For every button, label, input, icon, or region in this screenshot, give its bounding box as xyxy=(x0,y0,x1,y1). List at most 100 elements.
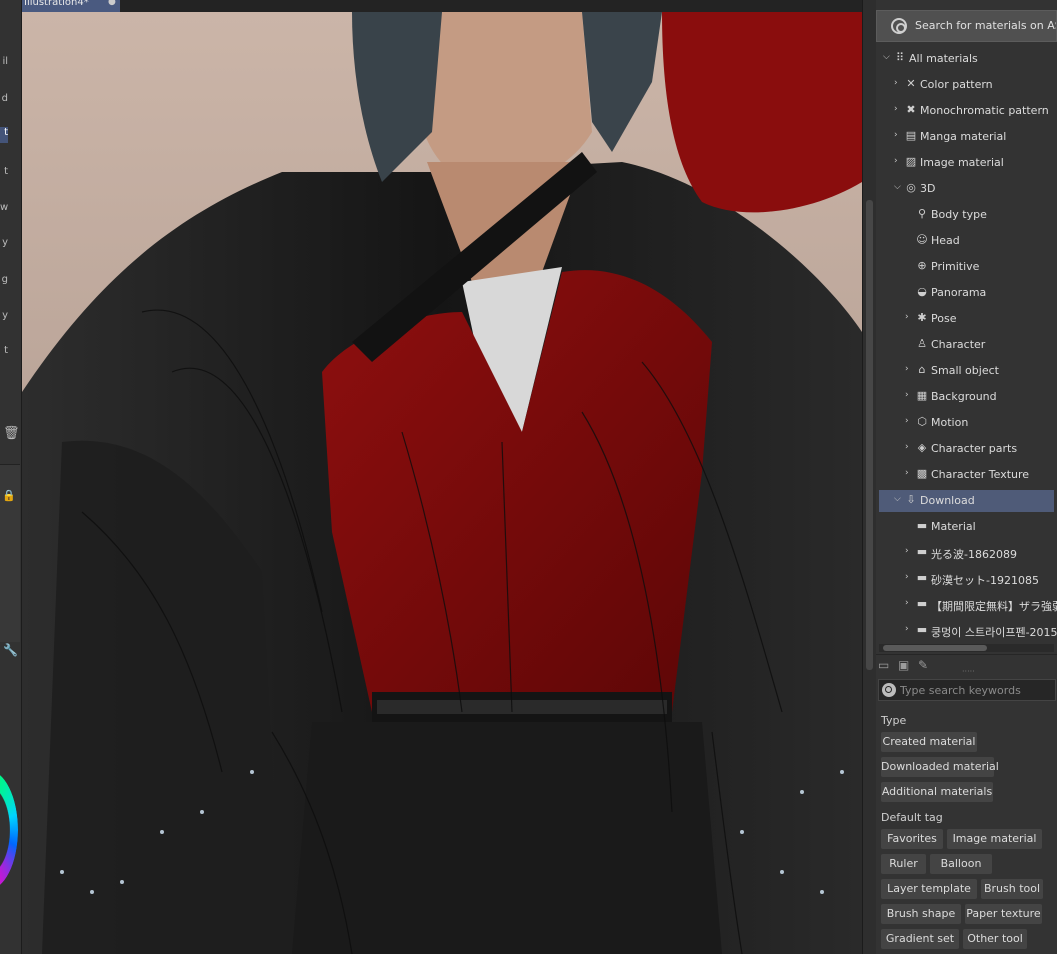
body-type-icon: ⚲ xyxy=(917,207,927,220)
drawing-canvas[interactable] xyxy=(22,12,862,954)
tree-item-label: Small object xyxy=(931,364,999,377)
tag-additional-materials[interactable]: Additional materials xyxy=(881,782,993,802)
tree-item[interactable]: › ▩ Character Texture xyxy=(879,464,1054,486)
tree-item[interactable]: ⚲ Body type xyxy=(879,204,1054,226)
tag-other-tool[interactable]: Other tool xyxy=(963,929,1027,949)
clipped-label[interactable]: y xyxy=(0,237,8,248)
chevron-right-icon[interactable]: › xyxy=(894,156,898,166)
tree-item[interactable]: › ⬡ Motion xyxy=(879,412,1054,434)
lock-icon[interactable]: 🔒 xyxy=(2,489,16,502)
clipped-label[interactable]: il xyxy=(0,56,8,67)
chevron-right-icon[interactable]: › xyxy=(894,130,898,140)
tree-item[interactable]: › ▬ 光る波-1862089 xyxy=(879,542,1054,564)
app-window: il d t t w y g y t 🗑 🔒 🔧 Illustration4* … xyxy=(0,0,1057,954)
chevron-right-icon[interactable]: › xyxy=(905,416,909,426)
tag-downloaded-material[interactable]: Downloaded material xyxy=(881,757,999,777)
tree-item[interactable]: › ▤ Manga material xyxy=(879,126,1054,148)
tag-favorites[interactable]: Favorites xyxy=(881,829,943,849)
duplicate-folder-icon[interactable]: ▣ xyxy=(898,658,914,672)
tag-brush-tool[interactable]: Brush tool xyxy=(981,879,1043,899)
document-tab-bar: Illustration4* ● xyxy=(22,0,862,12)
scrollbar-thumb[interactable] xyxy=(866,200,873,670)
unsaved-dot-icon[interactable]: ● xyxy=(108,0,116,7)
clipped-label[interactable]: g xyxy=(0,274,8,285)
tree-item-label: Motion xyxy=(931,416,969,429)
edit-folder-icon[interactable]: ✎ xyxy=(918,658,934,672)
tag-balloon[interactable]: Balloon xyxy=(930,854,992,874)
tree-horizontal-scrollbar[interactable] xyxy=(879,644,1054,652)
color-wheel[interactable] xyxy=(0,770,18,890)
new-folder-icon[interactable]: ▭ xyxy=(878,658,894,672)
chevron-right-icon[interactable]: › xyxy=(894,104,898,114)
canvas-vertical-scrollbar[interactable] xyxy=(862,0,876,954)
chevron-right-icon[interactable]: › xyxy=(905,468,909,478)
tree-item[interactable]: › ⌂ Small object xyxy=(879,360,1054,382)
tree-item[interactable]: › ✱ Pose xyxy=(879,308,1054,330)
scrollbar-thumb[interactable] xyxy=(883,645,987,651)
tag-gradient-set[interactable]: Gradient set xyxy=(881,929,959,949)
tree-item-label: Monochromatic pattern xyxy=(920,104,1049,117)
keyword-search-box[interactable] xyxy=(878,679,1056,701)
clipped-label[interactable]: w xyxy=(0,202,8,213)
tab-illustration4[interactable]: Illustration4* ● xyxy=(22,0,120,12)
left-tool-strip: il d t t w y g y t 🗑 🔒 🔧 xyxy=(0,0,22,954)
material-panel: Search for materials on ASSETS ⌵ ⠿ All mat… xyxy=(876,0,1057,954)
keyword-search-input[interactable] xyxy=(900,682,1050,698)
chevron-down-icon[interactable]: ⌵ xyxy=(883,52,890,62)
tree-item[interactable]: › ▨ Image material xyxy=(879,152,1054,174)
tab-title: Illustration4* xyxy=(24,0,89,8)
chevron-right-icon[interactable]: › xyxy=(905,572,909,582)
chevron-right-icon[interactable]: › xyxy=(905,546,909,556)
tag-brush-shape[interactable]: Brush shape xyxy=(881,904,961,924)
tree-item[interactable]: ⌵ ⠿ All materials xyxy=(879,48,1054,70)
motion-icon: ⬡ xyxy=(917,415,927,428)
small-object-icon: ⌂ xyxy=(918,363,926,376)
tree-item[interactable]: › ✕ Color pattern xyxy=(879,74,1054,96)
grid-icon: ⠿ xyxy=(895,51,905,64)
tree-item[interactable]: › ✖ Monochromatic pattern xyxy=(879,100,1054,122)
color-pattern-icon: ✕ xyxy=(906,77,916,90)
tree-item[interactable]: ◒ Panorama xyxy=(879,282,1054,304)
clipped-label[interactable]: y xyxy=(0,310,8,321)
clipped-label[interactable]: t xyxy=(0,166,8,177)
tree-item[interactable]: ♙ Character xyxy=(879,334,1054,356)
chevron-right-icon[interactable]: › xyxy=(905,364,909,374)
tree-item-label: Download xyxy=(920,494,975,507)
chevron-right-icon[interactable]: › xyxy=(905,598,909,608)
tree-item[interactable]: ▬ Material xyxy=(879,516,1054,538)
clipped-label[interactable]: d xyxy=(0,93,8,104)
folder-icon: ▬ xyxy=(916,519,928,532)
chevron-down-icon[interactable]: ⌵ xyxy=(894,182,901,192)
tree-item[interactable]: › ▬ 砂漠セット-1921085 xyxy=(879,568,1054,590)
tree-item[interactable]: › ▬쿵멍이 스트라이프펜-2015192 xyxy=(879,620,1057,640)
tag-layer-template[interactable]: Layer template xyxy=(881,879,977,899)
tree-item-label: Image material xyxy=(920,156,1004,169)
tree-item[interactable]: ⊕ Primitive xyxy=(879,256,1054,278)
tree-item[interactable]: ☺ Head xyxy=(879,230,1054,252)
clipped-label[interactable]: t xyxy=(0,127,8,143)
chevron-right-icon[interactable]: › xyxy=(905,312,909,322)
trash-icon[interactable]: 🗑 xyxy=(3,426,20,441)
character-icon: ♙ xyxy=(917,337,927,350)
chevron-right-icon[interactable]: › xyxy=(894,78,898,88)
tree-item-label: 砂漠セット-1921085 xyxy=(931,574,1039,587)
splitter-handle[interactable]: ····· xyxy=(962,667,975,676)
tag-ruler[interactable]: Ruler xyxy=(881,854,926,874)
tree-item[interactable]: ⌵ ⇩ Download xyxy=(879,490,1054,512)
chevron-down-icon[interactable]: ⌵ xyxy=(894,494,901,504)
tree-item-label: Character xyxy=(931,338,986,351)
search-assets-button[interactable]: Search for materials on ASSETS xyxy=(876,10,1057,42)
chevron-right-icon[interactable]: › xyxy=(905,442,909,452)
tag-image-material[interactable]: Image material xyxy=(947,829,1042,849)
wrench-icon[interactable]: 🔧 xyxy=(3,643,18,657)
chevron-right-icon[interactable]: › xyxy=(905,390,909,400)
tag-created-material[interactable]: Created material xyxy=(881,732,977,752)
chevron-right-icon[interactable]: › xyxy=(905,624,909,634)
tree-item-label: Manga material xyxy=(920,130,1007,143)
tree-item[interactable]: ⌵ ◎ 3D xyxy=(879,178,1054,200)
clipped-label[interactable]: t xyxy=(0,345,8,356)
tag-paper-texture[interactable]: Paper texture xyxy=(965,904,1042,924)
tree-item[interactable]: › ▦ Background xyxy=(879,386,1054,408)
tree-item[interactable]: › ◈ Character parts xyxy=(879,438,1054,460)
tree-item[interactable]: › ▬ 【期間限定無料】ザラ強弱 xyxy=(879,594,1057,616)
